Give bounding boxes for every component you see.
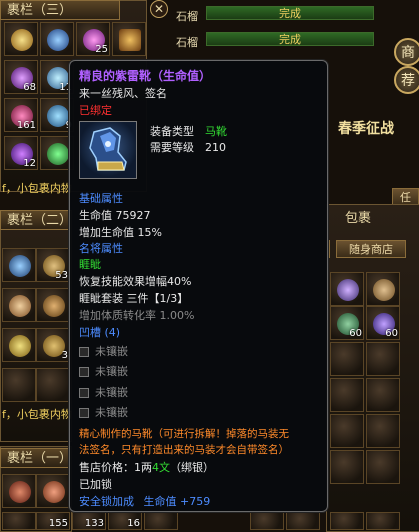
safety-lock-label: 安全锁加成 bbox=[79, 495, 134, 508]
socket-icon bbox=[79, 408, 89, 418]
bag-slot[interactable] bbox=[2, 328, 36, 362]
sockets-header: 凹槽 (4) bbox=[79, 326, 121, 339]
safety-lock-value: 生命值 +759 bbox=[143, 495, 211, 508]
socket-label: 未镶嵌 bbox=[95, 406, 128, 419]
equip-type-value: 马靴 bbox=[205, 125, 227, 138]
req-level-label: 需要等级 bbox=[150, 141, 194, 154]
shop-button[interactable]: 随身商店 bbox=[336, 240, 406, 258]
recommend-circle-button[interactable]: 荐 bbox=[394, 66, 419, 94]
bag-slot[interactable]: 161 bbox=[4, 98, 38, 132]
inventory-header: 包裹 bbox=[345, 211, 372, 226]
bag-slot[interactable] bbox=[366, 450, 400, 484]
bag-slot[interactable]: 133 bbox=[72, 512, 106, 530]
safety-lock-bonus: 安全锁加成 生命值 +759 bbox=[79, 495, 210, 509]
bag-slot[interactable]: 155 bbox=[36, 512, 70, 530]
req-level-value: 210 bbox=[205, 141, 226, 154]
item-source: 来一丝残风、签名 bbox=[79, 87, 167, 100]
bag-slot[interactable]: 68 bbox=[4, 60, 38, 94]
bag-slot[interactable] bbox=[36, 288, 70, 322]
bag-slot[interactable] bbox=[40, 22, 74, 56]
named-attr-line: 恢复技能效果增幅40% bbox=[79, 275, 192, 288]
bag-slot[interactable] bbox=[4, 22, 38, 56]
named-attr-header: 名将属性 bbox=[79, 242, 123, 255]
bag-slot[interactable] bbox=[112, 22, 146, 56]
bag-slot[interactable] bbox=[36, 368, 70, 402]
boot-icon bbox=[79, 121, 137, 179]
shop-circle-button[interactable]: 商 bbox=[394, 38, 419, 66]
hp-bonus-line: 增加生命值 15% bbox=[79, 226, 162, 239]
bag-slot[interactable] bbox=[330, 450, 364, 484]
bag-slot[interactable]: 12 bbox=[4, 136, 38, 170]
bag-slot[interactable] bbox=[144, 512, 178, 530]
sell-price-silver: 4文 bbox=[152, 461, 170, 474]
set-line: 睚眦套装 三件【1/3】 bbox=[79, 292, 189, 305]
sell-price-label: 售店价格： bbox=[79, 461, 134, 474]
bag-slot[interactable]: 25 bbox=[76, 22, 110, 56]
bag-slot[interactable] bbox=[36, 474, 70, 508]
bag-slot[interactable] bbox=[330, 414, 364, 448]
item-tooltip: 精良的紫雷靴（生命值） 来一丝残风、签名 已绑定 装备类型 马靴 需要等级 21… bbox=[69, 60, 328, 512]
bag-slot[interactable] bbox=[2, 248, 36, 282]
bag-slot[interactable] bbox=[286, 512, 320, 530]
bound-status: 已绑定 bbox=[79, 104, 112, 117]
bag-slot[interactable] bbox=[366, 272, 400, 306]
bag-slot[interactable] bbox=[366, 378, 400, 412]
close-icon[interactable]: ✕ bbox=[150, 0, 168, 18]
bag-slot[interactable]: 53 bbox=[36, 248, 70, 282]
bag-slot[interactable] bbox=[2, 288, 36, 322]
bag-slot[interactable] bbox=[330, 378, 364, 412]
socket-icon bbox=[79, 367, 89, 377]
named-attr-name: 睚眦 bbox=[79, 258, 101, 271]
row-label: 石榴 bbox=[176, 10, 198, 23]
bag-header-3: 裹栏（三） bbox=[0, 0, 120, 20]
basic-attr-header: 基础属性 bbox=[79, 192, 123, 205]
description-line-1: 精心制作的马靴（可进行拆解！掉落的马装无 bbox=[79, 428, 289, 440]
bag-slot[interactable] bbox=[2, 512, 36, 530]
hp-line: 生命值 75927 bbox=[79, 209, 151, 222]
sell-price-bound: （绑银） bbox=[170, 461, 214, 474]
equip-type-label: 装备类型 bbox=[150, 125, 194, 138]
bag-slot[interactable]: 60 bbox=[366, 306, 400, 340]
description-line-2: 法签名，只有打造出来的马装才会自带签名） bbox=[79, 444, 289, 456]
event-banner[interactable]: 春季征战 bbox=[338, 122, 394, 136]
socket-icon bbox=[79, 347, 89, 357]
sell-price: 售店价格：1两4文（绑银） bbox=[79, 461, 214, 475]
sell-price-gold: 1两 bbox=[134, 461, 152, 474]
bag-slot[interactable] bbox=[2, 368, 36, 402]
item-title: 精良的紫雷靴（生命值） bbox=[79, 69, 212, 83]
row-label: 石榴 bbox=[176, 36, 198, 49]
bag-slot[interactable] bbox=[330, 342, 364, 376]
row-status-bar: 完成 bbox=[206, 6, 374, 20]
socket-label: 未镶嵌 bbox=[95, 365, 128, 378]
bag-slot[interactable]: 60 bbox=[330, 306, 364, 340]
bag-header-2: 裹栏（二） bbox=[0, 210, 72, 230]
bag-slot[interactable]: 3 bbox=[36, 328, 70, 362]
socket-icon bbox=[79, 388, 89, 398]
row-status-bar: 完成 bbox=[206, 32, 374, 46]
side-hint: f，小包裹内物 bbox=[2, 408, 72, 421]
bag-slot[interactable] bbox=[366, 512, 400, 530]
side-hint: f，小包裹内物 bbox=[2, 182, 72, 195]
socket-label: 未镶嵌 bbox=[95, 345, 128, 358]
bag-slot[interactable] bbox=[330, 512, 364, 530]
bag-slot[interactable] bbox=[330, 272, 364, 306]
warehouse-button[interactable]: 仓库（1） bbox=[328, 240, 330, 258]
set-bonus-line: 增加体质转化率 1.00% bbox=[79, 309, 195, 322]
bag-slot[interactable] bbox=[366, 414, 400, 448]
bag-header-1: 裹栏（一） bbox=[0, 448, 72, 468]
bag-slot[interactable]: 16 bbox=[108, 512, 142, 530]
bag-slot[interactable] bbox=[250, 512, 284, 530]
socket-label: 未镶嵌 bbox=[95, 386, 128, 399]
bag-slot[interactable] bbox=[2, 474, 36, 508]
locked-status: 已加锁 bbox=[79, 478, 112, 491]
bag-slot[interactable] bbox=[366, 342, 400, 376]
